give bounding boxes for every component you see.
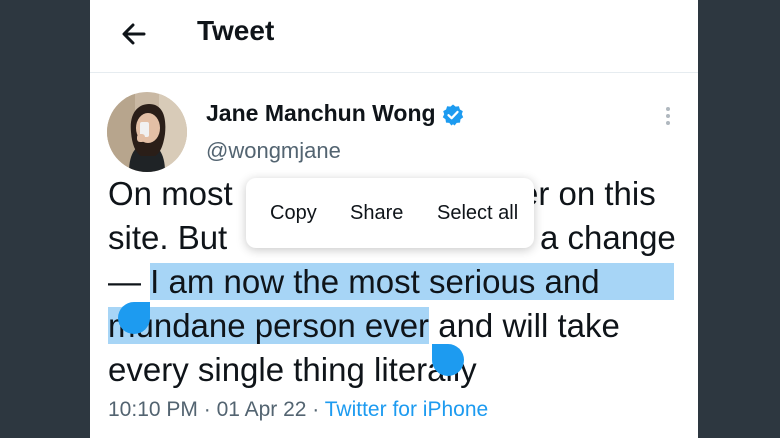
tweet-metadata: 10:10 PM · 01 Apr 22 · Twitter for iPhon… xyxy=(108,398,488,422)
share-button[interactable]: Share xyxy=(350,202,403,225)
tweet-text-segment: and will take xyxy=(429,307,620,344)
arrow-left-icon[interactable] xyxy=(116,16,152,52)
meta-separator: · xyxy=(197,398,217,421)
tweet-text-segment: site. But xyxy=(108,219,228,256)
tweet-text-segment: — xyxy=(108,263,151,300)
tweet-date: 01 Apr 22 xyxy=(216,398,307,421)
top-bar: Tweet xyxy=(90,0,698,73)
page-title: Tweet xyxy=(197,15,275,46)
avatar[interactable] xyxy=(107,92,187,172)
text-selection-menu: Copy Share Select all xyxy=(246,178,534,248)
tweet-time: 10:10 PM xyxy=(108,398,198,421)
selection-end-handle[interactable] xyxy=(432,344,464,376)
author-handle[interactable]: @wongmjane xyxy=(206,138,341,164)
tweet-text-segment: a change xyxy=(540,219,676,256)
selection-start-handle[interactable] xyxy=(118,302,150,334)
selected-text: I am now the most serious and xyxy=(150,263,674,300)
more-options-icon[interactable] xyxy=(658,102,678,130)
tweet-text-segment: er on this xyxy=(520,175,656,212)
select-all-button[interactable]: Select all xyxy=(437,202,518,225)
tweet-screen: Tweet Jane Manchun Wong @wongmjane On mo… xyxy=(90,0,698,438)
author-name[interactable]: Jane Manchun Wong xyxy=(206,100,436,127)
tweet-line: every single thing literally xyxy=(108,348,477,392)
verified-badge-icon xyxy=(442,104,464,126)
tweet-line: — I am now the most serious and xyxy=(108,260,674,304)
selected-text: mundane person ever xyxy=(108,307,430,344)
meta-separator: · xyxy=(306,398,325,421)
tweet-text-segment: On most xyxy=(108,175,233,212)
copy-button[interactable]: Copy xyxy=(270,202,317,225)
tweet-source-link[interactable]: Twitter for iPhone xyxy=(325,398,488,421)
tweet-line: On most er on this xyxy=(108,172,656,216)
tweet-text-segment: every single thing literally xyxy=(108,351,477,388)
tweet-line: mundane person ever and will take xyxy=(108,304,620,348)
tweet-line: site. But a change xyxy=(108,216,676,260)
